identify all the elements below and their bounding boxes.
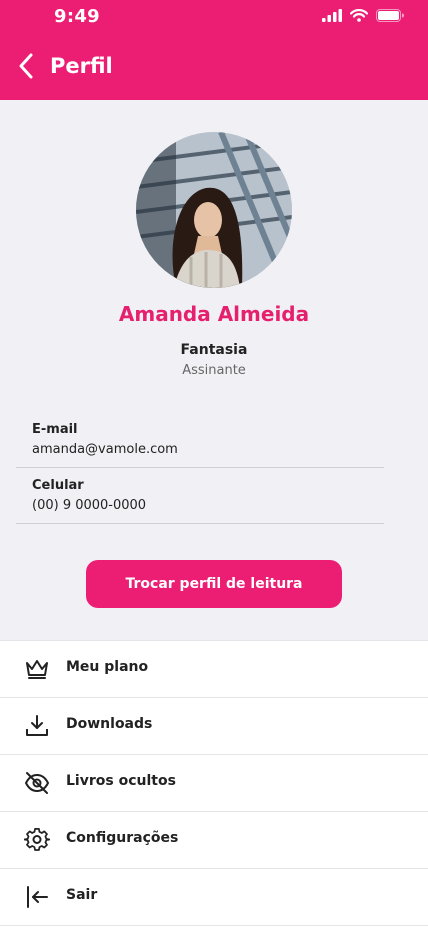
download-icon — [26, 715, 48, 736]
email-value: amanda@vamole.com — [32, 442, 178, 457]
menu-item-label: Sair — [66, 887, 98, 903]
logout-icon — [27, 886, 48, 908]
status-time: 9:49 — [54, 6, 100, 27]
status-bar: 9:49 — [0, 0, 428, 40]
menu-item-logout[interactable]: Sair — [0, 869, 428, 926]
app-header: 9:49 Perfil — [0, 0, 428, 100]
avatar — [136, 132, 292, 288]
title-bar: Perfil — [0, 46, 428, 88]
divider — [16, 523, 384, 524]
page-title: Perfil — [50, 54, 113, 78]
signal-icon — [322, 9, 342, 22]
profile-role: Assinante — [182, 363, 246, 378]
gear-icon — [24, 828, 50, 851]
battery-icon — [376, 9, 404, 22]
menu-item-label: Downloads — [66, 716, 153, 732]
menu-item-hidden-books[interactable]: Livros ocultos — [0, 755, 428, 812]
menu-item-label: Livros ocultos — [66, 773, 176, 789]
switch-reading-profile-label: Trocar perfil de leitura — [125, 576, 303, 592]
divider — [16, 467, 384, 468]
menu-item-label: Meu plano — [66, 659, 149, 675]
menu-item-my-plan[interactable]: Meu plano — [0, 641, 428, 698]
phone-field: Celular (00) 9 0000-0000 — [32, 478, 384, 513]
chevron-left-icon — [19, 53, 33, 79]
profile-name: Amanda Almeida — [118, 302, 310, 326]
crown-icon — [26, 660, 48, 679]
profile-kind: Fantasia — [180, 342, 248, 358]
menu-item-label: Configurações — [66, 830, 179, 846]
email-field: E-mail amanda@vamole.com — [32, 422, 384, 457]
switch-reading-profile-button[interactable]: Trocar perfil de leitura — [86, 560, 342, 608]
phone-value: (00) 9 0000-0000 — [32, 498, 147, 513]
menu-item-settings[interactable]: Configurações — [0, 812, 428, 869]
email-label: E-mail — [32, 422, 78, 437]
profile-menu: Meu plano Downloads Livros ocultos Confi… — [0, 640, 428, 927]
phone-label: Celular — [32, 478, 84, 493]
wifi-icon — [350, 9, 368, 22]
status-icons — [322, 9, 404, 22]
back-button[interactable] — [10, 50, 42, 82]
eye-off-icon — [24, 772, 50, 794]
menu-item-downloads[interactable]: Downloads — [0, 698, 428, 755]
